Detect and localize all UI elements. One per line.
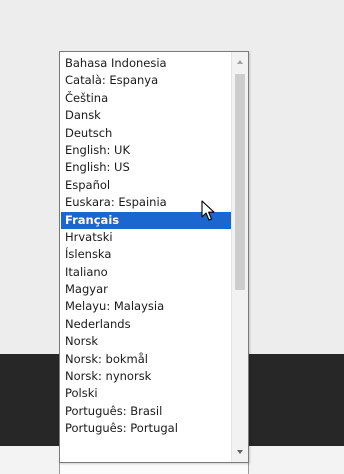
scroll-up-arrow-icon[interactable]: [232, 54, 248, 70]
language-option[interactable]: Norsk: nynorsk: [61, 368, 231, 385]
scrollbar-thumb[interactable]: [235, 74, 245, 290]
language-option[interactable]: Português: Brasil: [61, 403, 231, 420]
language-option[interactable]: Íslenska: [61, 246, 231, 263]
language-option[interactable]: Magyar: [61, 281, 231, 298]
language-option[interactable]: Dansk: [61, 107, 231, 124]
language-option[interactable]: Hrvatski: [61, 229, 231, 246]
language-select-field[interactable]: [59, 462, 249, 474]
language-option[interactable]: Polski: [61, 385, 231, 402]
language-option[interactable]: Bahasa Indonesia: [61, 55, 231, 72]
language-options: Bahasa Indonesia Català: Espanya Čeština…: [61, 55, 231, 438]
language-option[interactable]: English: US: [61, 159, 231, 176]
language-option[interactable]: Norsk: bokmål: [61, 351, 231, 368]
language-option[interactable]: Euskara: Espainia: [61, 194, 231, 211]
language-option[interactable]: Português: Portugal: [61, 420, 231, 437]
language-option[interactable]: Norsk: [61, 333, 231, 350]
language-option[interactable]: Nederlands: [61, 316, 231, 333]
language-option[interactable]: Español: [61, 177, 231, 194]
language-dropdown-list[interactable]: Bahasa Indonesia Català: Espanya Čeština…: [59, 51, 249, 463]
dropdown-scrollbar[interactable]: [231, 52, 248, 462]
scroll-down-arrow-icon[interactable]: [232, 444, 248, 460]
language-option[interactable]: Italiano: [61, 264, 231, 281]
language-option[interactable]: Melayu: Malaysia: [61, 298, 231, 315]
language-option[interactable]: Català: Espanya: [61, 72, 231, 89]
language-option[interactable]: Deutsch: [61, 125, 231, 142]
language-option[interactable]: Čeština: [61, 90, 231, 107]
language-option-selected[interactable]: Français: [61, 211, 231, 229]
language-option[interactable]: English: UK: [61, 142, 231, 159]
